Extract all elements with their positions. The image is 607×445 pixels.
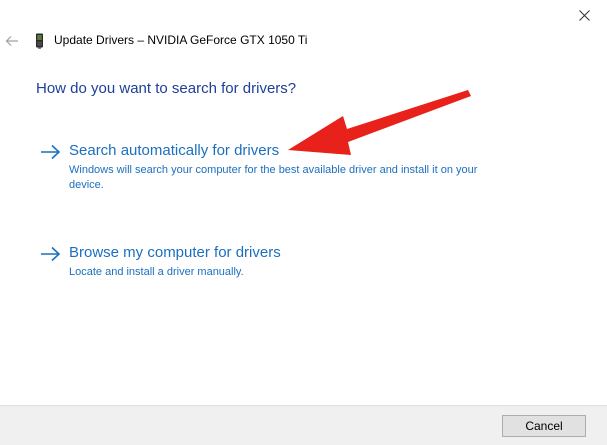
back-button[interactable]	[4, 30, 20, 52]
update-drivers-window: Update Drivers – NVIDIA GeForce GTX 1050…	[0, 0, 607, 445]
red-annotation-arrow-icon	[288, 90, 471, 155]
browse-computer-title[interactable]: Browse my computer for drivers	[69, 244, 281, 261]
back-arrow-icon	[5, 36, 18, 46]
graphics-card-icon	[36, 33, 43, 49]
close-button[interactable]	[561, 0, 607, 30]
cancel-button[interactable]: Cancel	[502, 415, 586, 437]
dialog-footer: Cancel	[0, 405, 607, 445]
close-icon	[578, 9, 590, 21]
arrow-right-icon	[41, 246, 61, 262]
arrow-right-icon	[41, 144, 61, 160]
window-title: Update Drivers – NVIDIA GeForce GTX 1050…	[54, 33, 308, 47]
browse-computer-description: Locate and install a driver manually.	[69, 266, 244, 278]
search-automatically-title[interactable]: Search automatically for drivers	[69, 142, 279, 159]
search-automatically-description: Windows will search your computer for th…	[69, 164, 478, 191]
page-heading: How do you want to search for drivers?	[36, 80, 297, 97]
